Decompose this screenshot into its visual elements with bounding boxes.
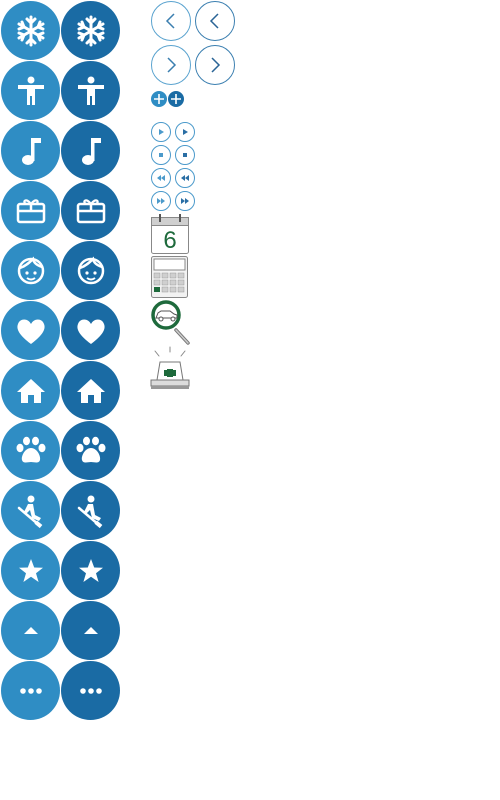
home-icon	[16, 378, 45, 403]
play-icon	[159, 129, 164, 135]
heart-icon	[76, 319, 105, 344]
child-face-icon	[77, 255, 104, 284]
plus-icon	[171, 94, 181, 104]
back-button-light[interactable]	[151, 1, 191, 41]
paw-button-dark[interactable]	[61, 421, 120, 480]
accessibility-button-light[interactable]	[1, 61, 60, 120]
home-icon	[76, 378, 105, 403]
play-button-dark[interactable]	[175, 122, 195, 142]
stop-button-light[interactable]	[151, 145, 171, 165]
icon-row-home	[0, 360, 122, 420]
rewind-icon	[157, 175, 165, 181]
heart-button-dark[interactable]	[61, 301, 120, 360]
music-button-light[interactable]	[1, 121, 60, 180]
caret-up-icon	[83, 626, 98, 634]
chevron-left-icon	[209, 13, 219, 29]
fast-forward-icon	[157, 198, 165, 204]
snowflake-button-dark[interactable]	[61, 1, 120, 60]
accessibility-icon	[77, 76, 104, 105]
more-icon	[79, 687, 102, 694]
plus-icon	[154, 94, 164, 104]
rowing-button-light[interactable]	[1, 481, 60, 540]
rowing-icon	[17, 495, 42, 528]
forward-button-dark[interactable]	[195, 45, 235, 85]
snowflake-icon	[77, 15, 104, 46]
play-button-light[interactable]	[151, 122, 171, 142]
heart-icon	[16, 319, 45, 344]
icon-row-snowflake	[0, 0, 122, 60]
icon-row-accessibility	[0, 60, 122, 120]
rewind-button-dark[interactable]	[175, 168, 195, 188]
snowflake-button-light[interactable]	[1, 1, 60, 60]
accessibility-button-dark[interactable]	[61, 61, 120, 120]
icon-row-heart	[0, 300, 122, 360]
home-button-dark[interactable]	[61, 361, 120, 420]
forward-button-light[interactable]	[151, 45, 191, 85]
fast-forward-icon	[181, 198, 189, 204]
caret-up-button-light[interactable]	[1, 601, 60, 660]
add-button-dark[interactable]	[168, 91, 184, 107]
icon-row-caret-up	[0, 600, 122, 660]
fast-forward-button-dark[interactable]	[175, 191, 195, 211]
play-icon	[183, 129, 188, 135]
home-button-light[interactable]	[1, 361, 60, 420]
stop-icon	[159, 153, 163, 157]
stop-icon	[183, 153, 187, 157]
gift-card-icon	[76, 198, 105, 223]
icon-row-rowing	[0, 480, 122, 540]
child-face-icon	[17, 255, 44, 284]
paw-icon	[76, 436, 105, 462]
icon-row-gift-card	[0, 180, 122, 240]
caret-up-icon	[23, 626, 38, 634]
rowing-button-dark[interactable]	[61, 481, 120, 540]
more-button-light[interactable]	[1, 661, 60, 720]
gift-card-button-light[interactable]	[1, 181, 60, 240]
star-button-dark[interactable]	[61, 541, 120, 600]
snowflake-icon	[17, 15, 44, 46]
child-face-button-dark[interactable]	[61, 241, 120, 300]
stop-button-dark[interactable]	[175, 145, 195, 165]
child-face-button-light[interactable]	[1, 241, 60, 300]
icon-row-music	[0, 120, 122, 180]
gift-card-button-dark[interactable]	[61, 181, 120, 240]
star-icon	[78, 558, 103, 582]
music-note-icon	[21, 137, 41, 165]
rowing-icon	[77, 495, 102, 528]
calendar-day: 6	[163, 227, 176, 254]
rewind-icon	[181, 175, 189, 181]
music-note-icon	[81, 137, 101, 165]
chevron-right-icon	[211, 57, 221, 73]
fast-forward-button-light[interactable]	[151, 191, 171, 211]
calculator-icon[interactable]	[151, 256, 188, 298]
music-button-dark[interactable]	[61, 121, 120, 180]
paw-icon	[16, 436, 45, 462]
siren-icon[interactable]	[150, 346, 190, 392]
star-icon	[18, 558, 43, 582]
icon-row-child-face	[0, 240, 122, 300]
icon-row-more	[0, 660, 122, 720]
gift-card-icon	[16, 198, 45, 223]
car-search-icon[interactable]	[150, 300, 192, 346]
accessibility-icon	[17, 76, 44, 105]
paw-button-light[interactable]	[1, 421, 60, 480]
rewind-button-light[interactable]	[151, 168, 171, 188]
icon-row-paw	[0, 420, 122, 480]
star-button-light[interactable]	[1, 541, 60, 600]
back-button-dark[interactable]	[195, 1, 235, 41]
heart-button-light[interactable]	[1, 301, 60, 360]
icon-row-star	[0, 540, 122, 600]
calendar-icon[interactable]: 6	[151, 214, 189, 254]
more-icon	[19, 687, 42, 694]
add-button-light[interactable]	[151, 91, 167, 107]
chevron-right-icon	[167, 57, 177, 73]
more-button-dark[interactable]	[61, 661, 120, 720]
chevron-left-icon	[165, 13, 175, 29]
caret-up-button-dark[interactable]	[61, 601, 120, 660]
